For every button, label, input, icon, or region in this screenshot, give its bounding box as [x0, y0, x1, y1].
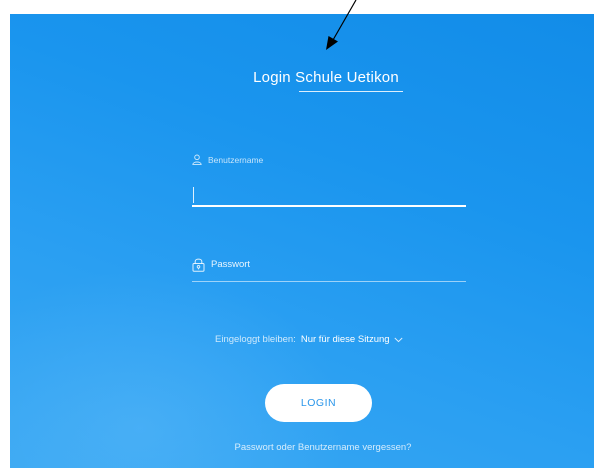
- forgot-credentials-link[interactable]: Passwort oder Benutzername vergessen?: [218, 442, 428, 453]
- session-selected-value: Nur für diese Sitzung: [300, 334, 390, 345]
- session-label: Eingeloggt bleiben:: [215, 334, 296, 345]
- username-field[interactable]: Benutzername: [192, 154, 466, 207]
- session-dropdown[interactable]: Nur für diese Sitzung: [301, 334, 403, 345]
- password-input[interactable]: [192, 281, 466, 282]
- page: Login Schule Uetikon Benutzername Passwo…: [0, 0, 594, 468]
- login-button[interactable]: LOGIN: [265, 384, 372, 422]
- lock-icon: [192, 258, 205, 272]
- username-label-row: Benutzername: [192, 154, 466, 165]
- password-label-row: Passwort: [192, 257, 466, 272]
- text-caret: [193, 187, 194, 203]
- password-label: Passwort: [211, 259, 251, 270]
- username-label: Benutzername: [208, 154, 264, 165]
- user-icon: [192, 154, 202, 165]
- annotation-arrow: [326, 0, 357, 50]
- title-underline: [299, 91, 403, 92]
- page-title: Login Schule Uetikon: [253, 69, 399, 86]
- password-field[interactable]: Passwort: [192, 257, 466, 282]
- username-input[interactable]: [192, 169, 466, 207]
- session-selector: Eingeloggt bleiben: Nur für diese Sitzun…: [215, 334, 403, 345]
- chevron-down-icon: [394, 337, 403, 342]
